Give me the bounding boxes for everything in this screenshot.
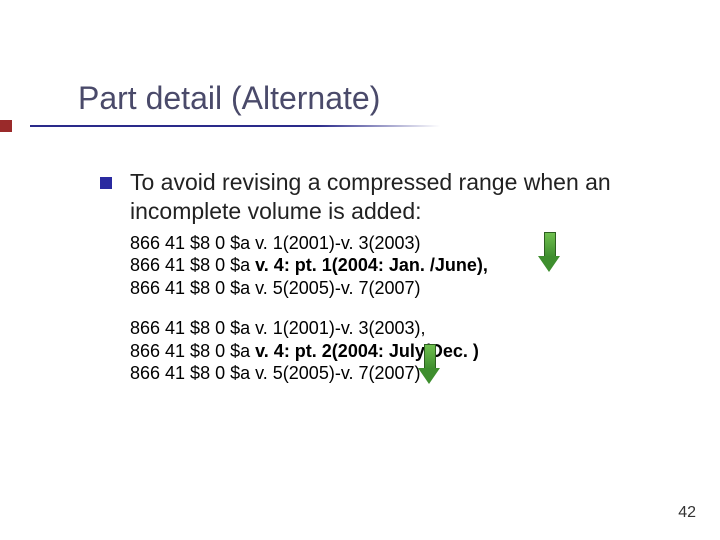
marc-line: 866 41 $8 0 $a v. 4: pt. 2(2004: July/De…: [130, 340, 670, 363]
marc-line: 866 41 $8 0 $a v. 5(2005)-v. 7(2007): [130, 277, 670, 300]
bullet-item: To avoid revising a compressed range whe…: [100, 168, 670, 226]
slide-title: Part detail (Alternate): [78, 80, 680, 117]
slide: Part detail (Alternate) To avoid revisin…: [0, 0, 720, 540]
square-bullet-icon: [100, 177, 112, 189]
spacer: [100, 299, 670, 317]
marc-block-1: 866 41 $8 0 $a v. 1(2001)-v. 3(2003) 866…: [130, 232, 670, 300]
marc-block-2: 866 41 $8 0 $a v. 1(2001)-v. 3(2003), 86…: [130, 317, 670, 385]
marc-line: 866 41 $8 0 $a v. 1(2001)-v. 3(2003): [130, 232, 670, 255]
down-arrow-icon: [538, 232, 560, 272]
marc-line: 866 41 $8 0 $a v. 4: pt. 1(2004: Jan. /J…: [130, 254, 670, 277]
title-area: Part detail (Alternate): [78, 80, 680, 127]
marc-prefix: 866 41 $8 0 $a: [130, 341, 255, 361]
title-underline: [30, 125, 440, 127]
marc-line: 866 41 $8 0 $a v. 5(2005)-v. 7(2007): [130, 362, 670, 385]
down-arrow-icon: [418, 344, 440, 384]
lead-text: To avoid revising a compressed range whe…: [130, 168, 670, 226]
page-number: 42: [678, 504, 696, 522]
marc-bold: v. 4: pt. 1(2004: Jan. /June),: [255, 255, 488, 275]
marc-line: 866 41 $8 0 $a v. 1(2001)-v. 3(2003),: [130, 317, 670, 340]
marc-bold: v. 4: pt. 2(2004: July/Dec. ): [255, 341, 479, 361]
content-area: To avoid revising a compressed range whe…: [100, 168, 670, 385]
marc-prefix: 866 41 $8 0 $a: [130, 255, 255, 275]
